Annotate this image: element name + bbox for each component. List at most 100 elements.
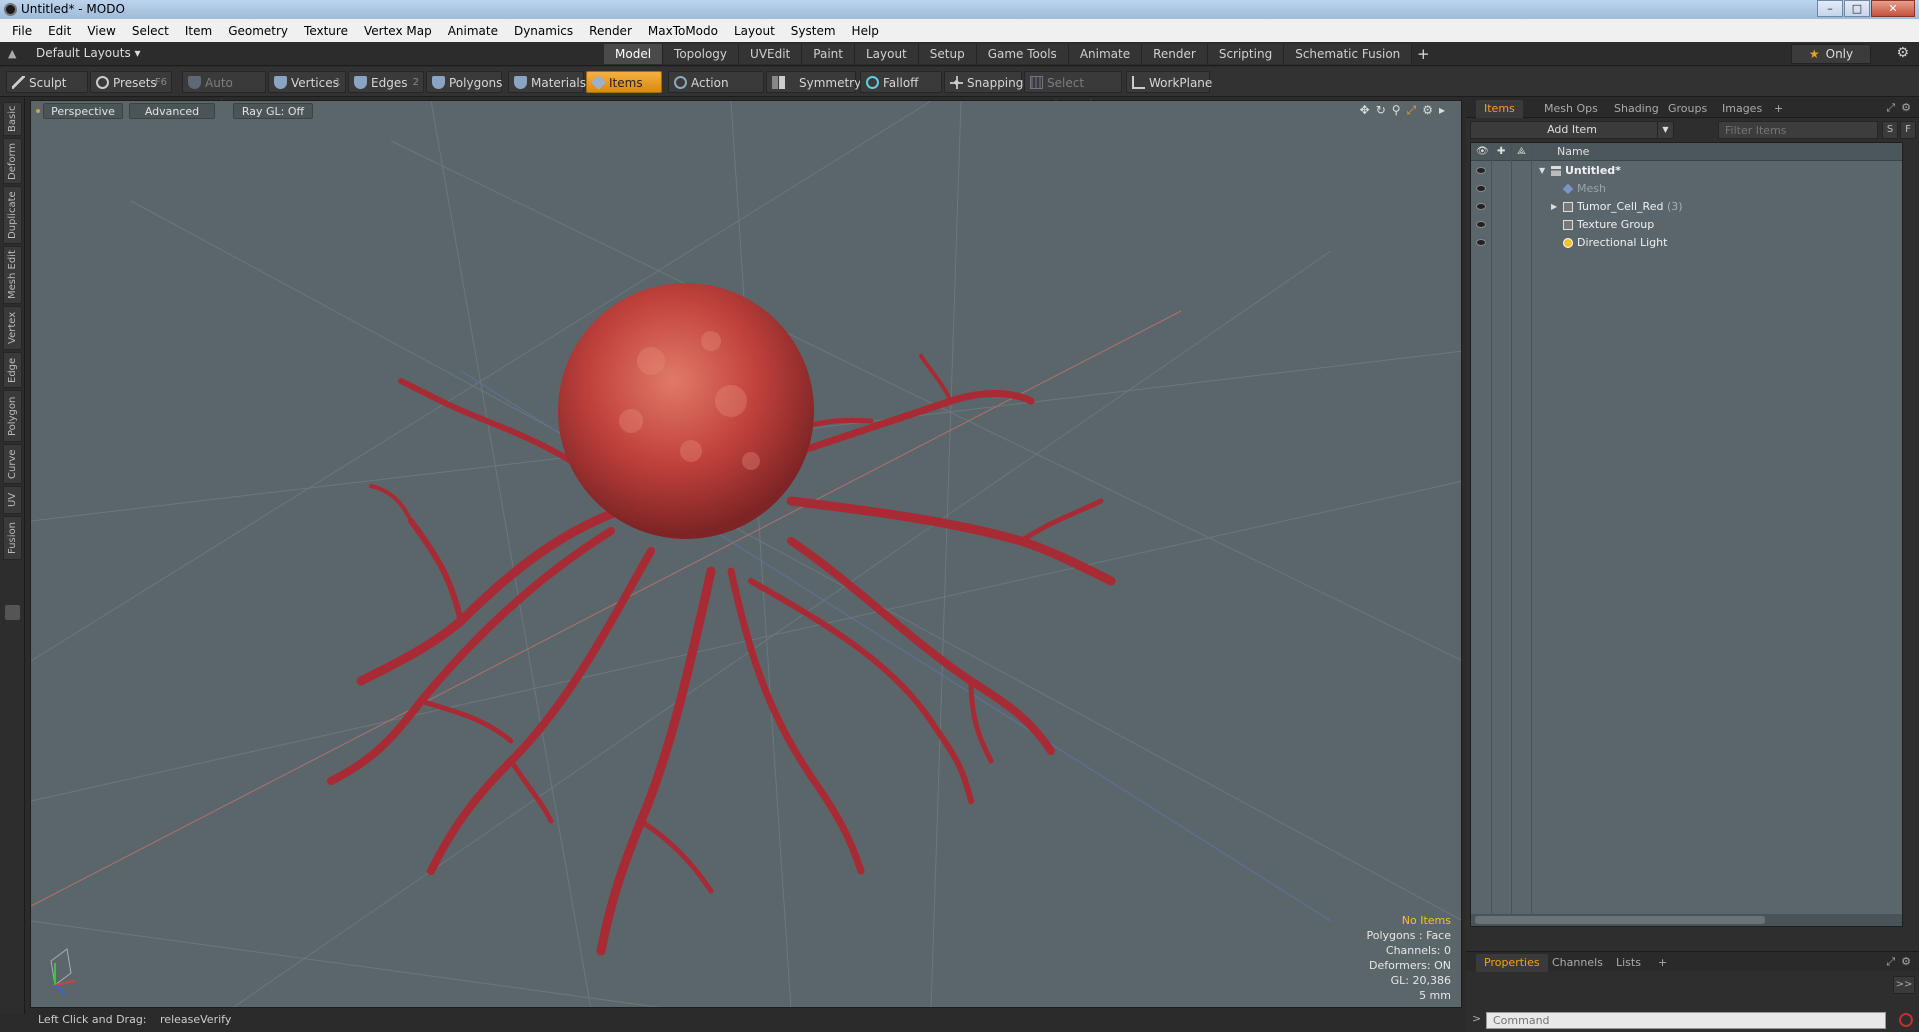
expand-properties-button[interactable]: >>: [1893, 976, 1915, 994]
vtab-duplicate[interactable]: Duplicate: [3, 186, 22, 244]
render-column-icon[interactable]: ⟁: [1517, 146, 1526, 157]
menu-render[interactable]: Render: [581, 24, 640, 38]
list-item-directional-light[interactable]: Directional Light: [1471, 234, 1902, 252]
f-filter-button[interactable]: F: [1900, 121, 1916, 139]
eye-icon[interactable]: [1476, 167, 1486, 174]
view-mode-button[interactable]: Perspective: [43, 103, 123, 119]
viewport-expand-icon[interactable]: ▸: [1439, 103, 1445, 118]
move-view-icon[interactable]: ✥: [1360, 103, 1370, 118]
select-through-button[interactable]: Select Through: [1024, 71, 1122, 112]
vtab-curve[interactable]: Curve: [3, 444, 22, 484]
vtab-polygon[interactable]: Polygon: [3, 390, 22, 442]
falloff-button[interactable]: Falloff: [860, 71, 942, 93]
vtab-uv[interactable]: UV: [3, 486, 22, 514]
add-properties-tab-button[interactable]: +: [1658, 954, 1667, 972]
eye-icon[interactable]: [1476, 185, 1486, 192]
menu-item[interactable]: Item: [177, 24, 220, 38]
vtab-basic[interactable]: Basic: [3, 102, 22, 136]
add-panel-tab-button[interactable]: +: [1774, 100, 1783, 118]
menu-layout[interactable]: Layout: [726, 24, 783, 38]
workplane-button[interactable]: WorkPlane: [1126, 71, 1212, 93]
snapping-button[interactable]: Snapping: [944, 71, 1023, 93]
tab-properties[interactable]: Properties: [1476, 954, 1548, 972]
tab-groups[interactable]: Groups: [1668, 100, 1707, 118]
tool-palette-toggle[interactable]: [5, 605, 20, 620]
list-item-tumor-cell[interactable]: ▶ Tumor_Cell_Red (3): [1471, 198, 1902, 216]
shading-mode-button[interactable]: Advanced: [129, 103, 215, 119]
tab-images[interactable]: Images: [1722, 100, 1762, 118]
maximize-button[interactable]: □: [1844, 0, 1870, 17]
gear-icon[interactable]: ⚙: [1896, 45, 1909, 61]
menu-file[interactable]: File: [4, 24, 40, 38]
vtab-deform[interactable]: Deform: [3, 138, 22, 184]
auto-select-button[interactable]: Auto Select: [182, 71, 266, 112]
vtab-mesh-edit[interactable]: Mesh Edit: [3, 246, 22, 304]
tab-shading[interactable]: Shading: [1614, 100, 1659, 118]
tab-scripting[interactable]: Scripting: [1207, 44, 1285, 64]
default-layouts-dropdown[interactable]: Default Layouts ▾: [36, 46, 141, 60]
tab-paint[interactable]: Paint: [802, 44, 855, 64]
viewport-settings-icon[interactable]: ⚙: [1422, 103, 1433, 118]
tab-uvedit[interactable]: UVEdit: [739, 44, 803, 64]
lock-column-icon[interactable]: ✚: [1497, 146, 1505, 157]
eye-icon[interactable]: [1476, 239, 1486, 246]
maximize-view-icon[interactable]: ⤢: [1407, 103, 1417, 118]
panel-expand-icon[interactable]: ⤢: [1886, 101, 1895, 115]
add-item-dropdown[interactable]: Add Item ▼: [1470, 121, 1674, 139]
menu-maxtomodo[interactable]: MaxToModo: [640, 24, 726, 38]
tab-setup[interactable]: Setup: [918, 44, 977, 64]
tab-channels[interactable]: Channels: [1552, 954, 1603, 972]
edges-button[interactable]: Edges 2: [348, 71, 424, 93]
list-item-texture-group[interactable]: Texture Group: [1471, 216, 1902, 234]
menu-animate[interactable]: Animate: [440, 24, 506, 38]
tab-render[interactable]: Render: [1142, 44, 1208, 64]
s-filter-button[interactable]: S: [1882, 121, 1898, 139]
tab-animate[interactable]: Animate: [1068, 44, 1143, 64]
polygons-button[interactable]: Polygons: [426, 71, 502, 93]
menu-texture[interactable]: Texture: [296, 24, 356, 38]
menu-edit[interactable]: Edit: [40, 24, 79, 38]
menu-view[interactable]: View: [79, 24, 123, 38]
materials-button[interactable]: Materials: [508, 71, 586, 93]
properties-expand-icon[interactable]: ⤢: [1886, 955, 1895, 969]
symmetry-button[interactable]: Symmetry: [766, 71, 861, 93]
eye-icon[interactable]: [1476, 203, 1486, 210]
layout-menu-icon[interactable]: ▲: [8, 47, 22, 61]
visibility-column-icon[interactable]: 👁: [1476, 146, 1489, 157]
items-list-scrollbar[interactable]: [1471, 914, 1902, 926]
3d-viewport[interactable]: Perspective Advanced Ray GL: Off ✥ ↻ ⚲ ⤢…: [30, 100, 1462, 1008]
tab-topology[interactable]: Topology: [663, 44, 740, 64]
add-tab-button[interactable]: +: [1412, 44, 1434, 64]
action-center-button[interactable]: Action Center: [668, 71, 764, 112]
tab-lists[interactable]: Lists: [1616, 954, 1641, 972]
menu-help[interactable]: Help: [844, 24, 887, 38]
only-toggle[interactable]: ★ Only: [1791, 44, 1871, 64]
expand-triangle-icon[interactable]: ▶: [1551, 198, 1557, 216]
vtab-fusion[interactable]: Fusion: [3, 516, 22, 560]
properties-settings-icon[interactable]: ⚙: [1901, 955, 1911, 969]
tab-game-tools[interactable]: Game Tools: [976, 44, 1069, 64]
tab-layout[interactable]: Layout: [854, 44, 919, 64]
sculpt-button[interactable]: Sculpt: [6, 71, 88, 93]
panel-settings-icon[interactable]: ⚙: [1901, 101, 1911, 115]
menu-geometry[interactable]: Geometry: [220, 24, 296, 38]
filter-items-input[interactable]: [1718, 121, 1878, 139]
minimize-button[interactable]: –: [1817, 0, 1843, 17]
command-input[interactable]: [1486, 1012, 1886, 1029]
viewport-menu-dot[interactable]: [36, 109, 40, 113]
vtab-vertex[interactable]: Vertex: [3, 306, 22, 350]
items-button[interactable]: Items: [586, 71, 662, 93]
close-button[interactable]: ✕: [1871, 0, 1915, 17]
vertices-button[interactable]: Vertices 1: [268, 71, 346, 93]
presets-button[interactable]: Presets F6: [90, 71, 172, 93]
tab-mesh-ops[interactable]: Mesh Ops: [1544, 100, 1598, 118]
tab-model[interactable]: Model: [604, 44, 664, 64]
tab-schematic-fusion[interactable]: Schematic Fusion: [1284, 44, 1413, 64]
list-item-scene[interactable]: ▼ Untitled*: [1471, 162, 1902, 180]
tab-items[interactable]: Items: [1476, 100, 1523, 118]
rotate-view-icon[interactable]: ↻: [1376, 103, 1386, 118]
eye-icon[interactable]: [1476, 221, 1486, 228]
vtab-edge[interactable]: Edge: [3, 352, 22, 388]
name-column-header[interactable]: Name: [1557, 145, 1589, 158]
menu-select[interactable]: Select: [124, 24, 177, 38]
